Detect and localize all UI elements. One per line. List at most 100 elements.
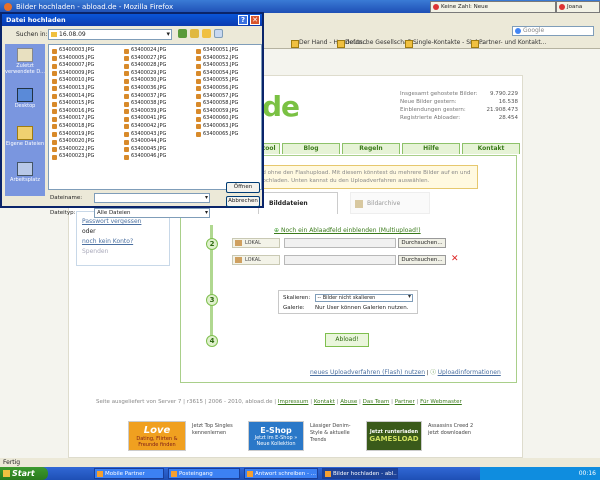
file-item[interactable]: 63400017.JPG [51,115,123,123]
file-item[interactable]: 63400045.JPG [123,146,195,154]
file-item[interactable]: 63400065.JPG [195,131,267,139]
file-item[interactable]: 63400005.JPG [51,55,123,63]
footer-link-team[interactable]: Das Team [363,399,390,405]
place-my-computer[interactable]: Arbeitsplatz [5,160,45,190]
add-upload-field-link[interactable]: ⊕ Noch ein Ablaadfeld einblenden (Multiu… [274,227,421,234]
cancel-button[interactable]: Abbrechen [226,196,260,207]
file-item[interactable]: 63400015.JPG [51,100,123,108]
tab-kontakt[interactable]: Kontakt [462,143,520,154]
donate-link[interactable]: Spenden [82,247,164,257]
file-item[interactable]: 63400056.JPG [195,85,267,93]
file-item[interactable]: 63400009.JPG [51,70,123,78]
file-item[interactable]: 63400060.JPG [195,115,267,123]
ad-eshop-image[interactable]: E-Shop Jetzt im E-Shop » Neue Kollektion [248,421,304,451]
task-posteingang[interactable]: Posteingang [168,468,240,479]
file-item[interactable]: 63400038.JPG [123,100,195,108]
footer-link-impressum[interactable]: Impressum [278,399,309,405]
browse-button[interactable]: Durchsuchen... [398,255,446,265]
file-item[interactable]: 63400028.JPG [123,62,195,70]
tab-blog[interactable]: Blog [282,143,340,154]
file-item[interactable]: 63400022.JPG [51,146,123,154]
tab-bildarchive[interactable]: Bildarchive [350,192,430,214]
forgot-password-link[interactable]: Passwort vergessen [82,217,164,227]
abload-button[interactable]: Abload! [325,333,369,347]
file-item[interactable]: 63400016.JPG [51,108,123,116]
tab-regeln[interactable]: Regeln [342,143,400,154]
bookmark-4[interactable]: Partner- und Kontakt... [470,39,547,48]
file-item[interactable]: 63400063.JPG [195,123,267,131]
scale-select[interactable]: -- Bilder nicht skalieren [314,294,413,302]
tab-hilfe[interactable]: Hilfe [402,143,460,154]
file-item[interactable]: 63400044.JPG [123,138,195,146]
file-item[interactable]: 63400037.JPG [123,93,195,101]
file-item[interactable]: 63400027.JPG [123,55,195,63]
browse-button[interactable]: Durchsuchen... [398,238,446,248]
place-my-documents[interactable]: Eigene Dateien [5,124,45,154]
up-folder-icon[interactable] [190,29,199,38]
lookin-select[interactable]: 16.08.09 [48,29,172,40]
file-item[interactable]: 63400041.JPG [123,115,195,123]
view-menu-icon[interactable] [214,29,223,38]
ad-gamesload-text[interactable]: Assassins Creed 2 jetzt downloaden [426,421,482,453]
file-item[interactable]: 63400020.JPG [51,138,123,146]
file-item[interactable]: 63400023.JPG [51,153,123,161]
site-logo[interactable]: de [262,90,300,123]
file-item[interactable]: 63400014.JPG [51,93,123,101]
footer-link-partner[interactable]: Partner [395,399,415,405]
ad-love-text[interactable]: Jetzt Top Singles kennenlernen [190,421,244,453]
task-mobile-partner[interactable]: Mobile Partner [94,468,164,479]
file-item[interactable]: 63400053.JPG [195,62,267,70]
file-item[interactable]: 63400003.JPG [51,47,123,55]
file-item[interactable]: 63400046.JPG [123,153,195,161]
file-item[interactable]: 63400036.JPG [123,85,195,93]
file-item[interactable]: 63400055.JPG [195,77,267,85]
file-item[interactable]: 63400051.JPG [195,47,267,55]
file-item[interactable]: 63400030.JPG [123,77,195,85]
file-path-input[interactable] [284,255,396,265]
file-item[interactable]: 63400052.JPG [195,55,267,63]
file-item[interactable]: 63400058.JPG [195,100,267,108]
back-icon[interactable] [178,29,187,38]
footer-link-webmaster[interactable]: Für Webmaster [420,399,462,405]
search-input[interactable]: Google [512,26,594,36]
task-bilder-hochladen[interactable]: Bilder hochladen - abl... [322,468,398,479]
new-folder-icon[interactable] [202,29,211,38]
filetype-label: Dateityp: [50,210,76,216]
help-icon[interactable]: ? [238,15,248,25]
file-item[interactable]: 63400007.JPG [51,62,123,70]
remove-field-icon[interactable]: ✕ [451,254,459,264]
file-item[interactable]: 63400042.JPG [123,123,195,131]
footer-link-abuse[interactable]: Abuse [340,399,357,405]
task-antwort[interactable]: Antwort schreiben - ... [244,468,318,479]
top-tab-2[interactable]: Joana [556,1,600,13]
file-item[interactable]: 63400039.JPG [123,108,195,116]
open-button[interactable]: Öffnen [226,182,260,193]
file-path-input[interactable] [284,238,396,248]
site-footer: Seite ausgeliefert von Server 7 | r3615 … [96,399,462,405]
place-desktop[interactable]: Desktop [5,86,45,116]
tab-bilddateien[interactable]: Bilddateien [258,192,338,214]
close-icon[interactable]: ✕ [250,15,260,25]
filetype-select[interactable]: Alle Dateien [94,208,210,218]
file-item[interactable]: 63400013.JPG [51,85,123,93]
place-recent[interactable]: Zuletzt verwendete D... [5,46,45,82]
filename-input[interactable] [94,193,210,203]
top-tab-1[interactable]: Keine Zahl: Neue [430,1,556,13]
file-item[interactable]: 63400018.JPG [51,123,123,131]
file-item[interactable]: 63400043.JPG [123,131,195,139]
start-button[interactable]: Start [0,467,48,480]
flash-upload-link[interactable]: neues Uploadverfahren (Flash) nutzen [310,369,425,376]
footer-link-kontakt[interactable]: Kontakt [314,399,335,405]
file-item[interactable]: 63400024.JPG [123,47,195,55]
upload-info-link[interactable]: Uploadinformationen [438,369,501,376]
ad-love-image[interactable]: Love Dating, Flirten & Freunde finden [128,421,186,451]
file-item[interactable]: 63400010.JPG [51,77,123,85]
register-link[interactable]: noch kein Konto? [82,237,164,247]
file-item[interactable]: 63400029.JPG [123,70,195,78]
file-item[interactable]: 63400054.JPG [195,70,267,78]
ad-gamesload-image[interactable]: Jetzt runterladen GAMESLOAD [366,421,422,451]
file-item[interactable]: 63400059.JPG [195,108,267,116]
file-item[interactable]: 63400019.JPG [51,131,123,139]
file-item[interactable]: 63400057.JPG [195,93,267,101]
ad-eshop-text[interactable]: Lässiger Denim-Style & aktuelle Trends [308,421,362,453]
